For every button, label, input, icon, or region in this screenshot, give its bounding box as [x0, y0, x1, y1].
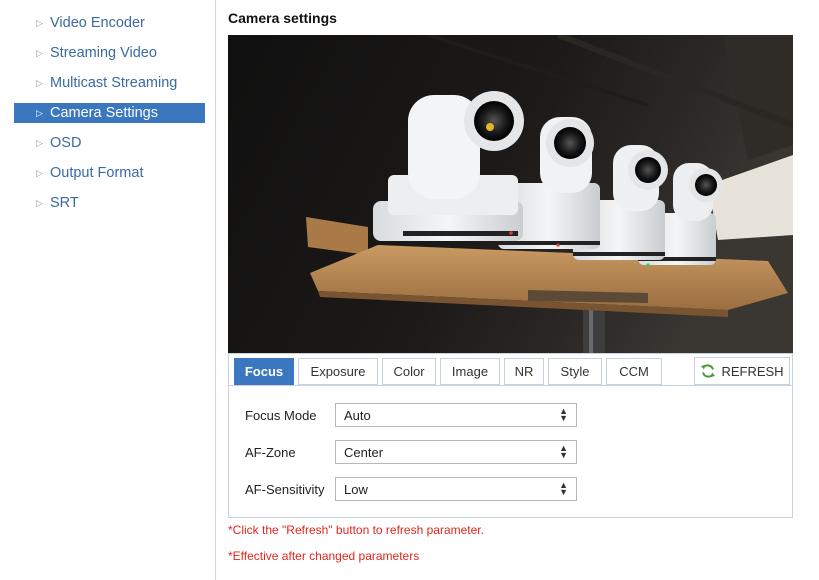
sidebar-item-label: Video Encoder: [50, 15, 145, 31]
sidebar-item-label: OSD: [50, 135, 82, 151]
tab-ccm[interactable]: CCM: [606, 358, 662, 385]
triangle-right-icon: ▷: [36, 107, 43, 118]
focus-mode-select[interactable]: Auto ▲ ▼: [335, 403, 577, 427]
field-af-sensitivity: AF-Sensitivity Low ▲ ▼: [245, 477, 577, 501]
sidebar: ▷ Video Encoder ▷ Streaming Video ▷ Mult…: [0, 0, 216, 580]
triangle-right-icon: ▷: [36, 77, 43, 88]
tab-exposure[interactable]: Exposure: [298, 358, 378, 385]
select-value: Auto: [344, 407, 371, 423]
sidebar-item-label: Output Format: [50, 165, 144, 181]
af-sensitivity-select[interactable]: Low ▲ ▼: [335, 477, 577, 501]
camera-preview: [228, 35, 793, 353]
tab-focus[interactable]: Focus: [234, 358, 294, 385]
refresh-icon: [701, 364, 716, 378]
field-label: AF-Zone: [245, 444, 296, 460]
page-title: Camera settings: [228, 10, 337, 26]
sidebar-item-label: Camera Settings: [50, 105, 158, 121]
sidebar-item-label: SRT: [50, 195, 79, 211]
sidebar-item-output-format[interactable]: ▷ Output Format: [14, 163, 205, 183]
field-label: AF-Sensitivity: [245, 481, 325, 497]
sidebar-item-multicast-streaming[interactable]: ▷ Multicast Streaming: [14, 73, 205, 93]
select-value: Low: [344, 481, 368, 497]
tab-image[interactable]: Image: [440, 358, 500, 385]
tab-nr[interactable]: NR: [504, 358, 544, 385]
tab-bar: Focus Exposure Color Image NR Style CCM …: [229, 354, 792, 386]
refresh-note: *Click the "Refresh" button to refresh p…: [228, 523, 484, 537]
af-zone-select[interactable]: Center ▲ ▼: [335, 440, 577, 464]
triangle-right-icon: ▷: [36, 137, 43, 148]
refresh-label: REFRESH: [721, 363, 784, 379]
sort-arrows-icon: ▲ ▼: [559, 406, 568, 423]
camera-preview-image: [228, 35, 793, 353]
field-label: Focus Mode: [245, 407, 317, 423]
sidebar-item-label: Streaming Video: [50, 45, 157, 61]
sidebar-item-label: Multicast Streaming: [50, 75, 178, 91]
sort-arrows-icon: ▲ ▼: [559, 443, 568, 460]
select-value: Center: [344, 444, 384, 460]
sidebar-item-osd[interactable]: ▷ OSD: [14, 133, 205, 153]
triangle-right-icon: ▷: [36, 17, 43, 28]
triangle-right-icon: ▷: [36, 47, 43, 58]
triangle-right-icon: ▷: [36, 197, 43, 208]
triangle-right-icon: ▷: [36, 167, 43, 178]
tab-color[interactable]: Color: [382, 358, 436, 385]
tab-style[interactable]: Style: [548, 358, 602, 385]
field-af-zone: AF-Zone Center ▲ ▼: [245, 440, 577, 464]
settings-panel: Focus Exposure Color Image NR Style CCM …: [228, 353, 793, 518]
effective-note: *Effective after changed parameters: [228, 549, 420, 563]
sidebar-item-camera-settings[interactable]: ▷ Camera Settings: [14, 103, 205, 123]
sidebar-item-streaming-video[interactable]: ▷ Streaming Video: [14, 43, 205, 63]
main-content: Camera settings Focus Exposure Color Ima…: [217, 0, 819, 580]
sidebar-item-video-encoder[interactable]: ▷ Video Encoder: [14, 13, 205, 33]
sidebar-item-srt[interactable]: ▷ SRT: [14, 193, 205, 213]
sort-arrows-icon: ▲ ▼: [559, 480, 568, 497]
refresh-button[interactable]: REFRESH: [694, 357, 790, 385]
field-focus-mode: Focus Mode Auto ▲ ▼: [245, 403, 577, 427]
